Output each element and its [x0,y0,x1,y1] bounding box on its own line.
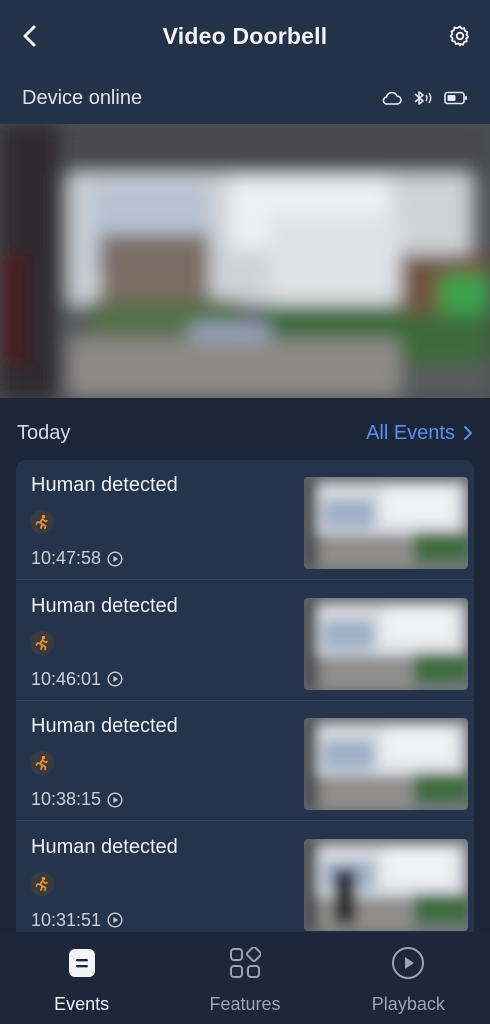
event-time: 10:47:58 [31,548,102,568]
section-title: Today [17,421,71,444]
all-events-label: All Events [366,421,455,444]
events-icon [68,949,95,977]
back-button[interactable] [16,22,44,50]
play-small-icon[interactable] [107,671,123,687]
bluetooth-icon [414,91,432,105]
event-thumbnail[interactable] [304,597,468,690]
device-status-text: Device online [22,86,143,109]
running-person-icon [35,876,48,891]
event-type-badge [30,630,54,655]
device-status-bar: Device online [0,72,490,124]
event-title: Human detected [31,835,178,858]
event-time: 10:46:01 [31,668,102,689]
thumbnail-image [304,477,468,569]
features-grid-icon [229,947,261,978]
event-title: Human detected [31,474,178,496]
event-time-row: 10:38:15 [31,789,123,810]
running-person-icon [35,635,48,650]
event-row[interactable]: Human detected 10:46:01 [16,581,474,701]
play-circle-icon [392,947,425,979]
event-title: Human detected [31,715,178,737]
tab-events[interactable]: Events [0,932,163,1024]
play-small-icon[interactable] [107,550,123,567]
event-time-row: 10:46:01 [31,669,123,690]
tab-label: Events [54,994,110,1014]
settings-button[interactable] [446,22,474,50]
event-time: 10:38:15 [31,789,102,809]
gear-icon [449,25,470,47]
event-thumbnail[interactable] [304,838,468,931]
event-row[interactable]: Human detected 10:47:58 [16,460,474,580]
event-row[interactable]: Human detected 10:38:15 [16,701,474,821]
event-type-badge [30,751,54,775]
live-video-frame [0,124,490,398]
event-row[interactable]: Human detected 10:31:51 [16,822,474,933]
bottom-nav: Events Features Playback [0,932,490,1024]
thumbnail-image [304,838,468,931]
live-video-view[interactable] [0,124,490,398]
thumbnail-image [304,718,468,810]
chevron-right-icon [464,426,472,440]
cloud-icon[interactable] [380,90,402,106]
chevron-left-icon [23,25,36,47]
event-type-badge [30,871,54,896]
event-thumbnail[interactable] [304,477,468,569]
event-time-row: 10:47:58 [31,548,123,569]
event-time: 10:31:51 [31,909,102,930]
play-small-icon[interactable] [107,912,123,928]
event-title: Human detected [31,594,178,617]
tab-playback[interactable]: Playback [327,932,490,1024]
running-person-icon [35,514,48,530]
tab-label: Playback [371,994,445,1014]
events-section-header: Today All Events [0,412,490,454]
battery-icon [444,91,467,105]
event-type-badge [30,510,54,534]
tab-label: Features [209,994,281,1014]
all-events-link[interactable]: All Events [366,422,473,445]
page-title: Video Doorbell [162,22,328,49]
play-small-icon[interactable] [107,791,123,808]
top-bar: Video Doorbell [0,0,490,72]
running-person-icon [35,755,48,771]
events-list: Human detected 10:47:58 Human detected 10:4… [16,460,474,932]
event-thumbnail[interactable] [304,718,468,810]
thumbnail-image [304,597,468,690]
tab-features[interactable]: Features [163,932,326,1024]
status-icons [380,89,468,107]
event-time-row: 10:31:51 [31,910,123,931]
